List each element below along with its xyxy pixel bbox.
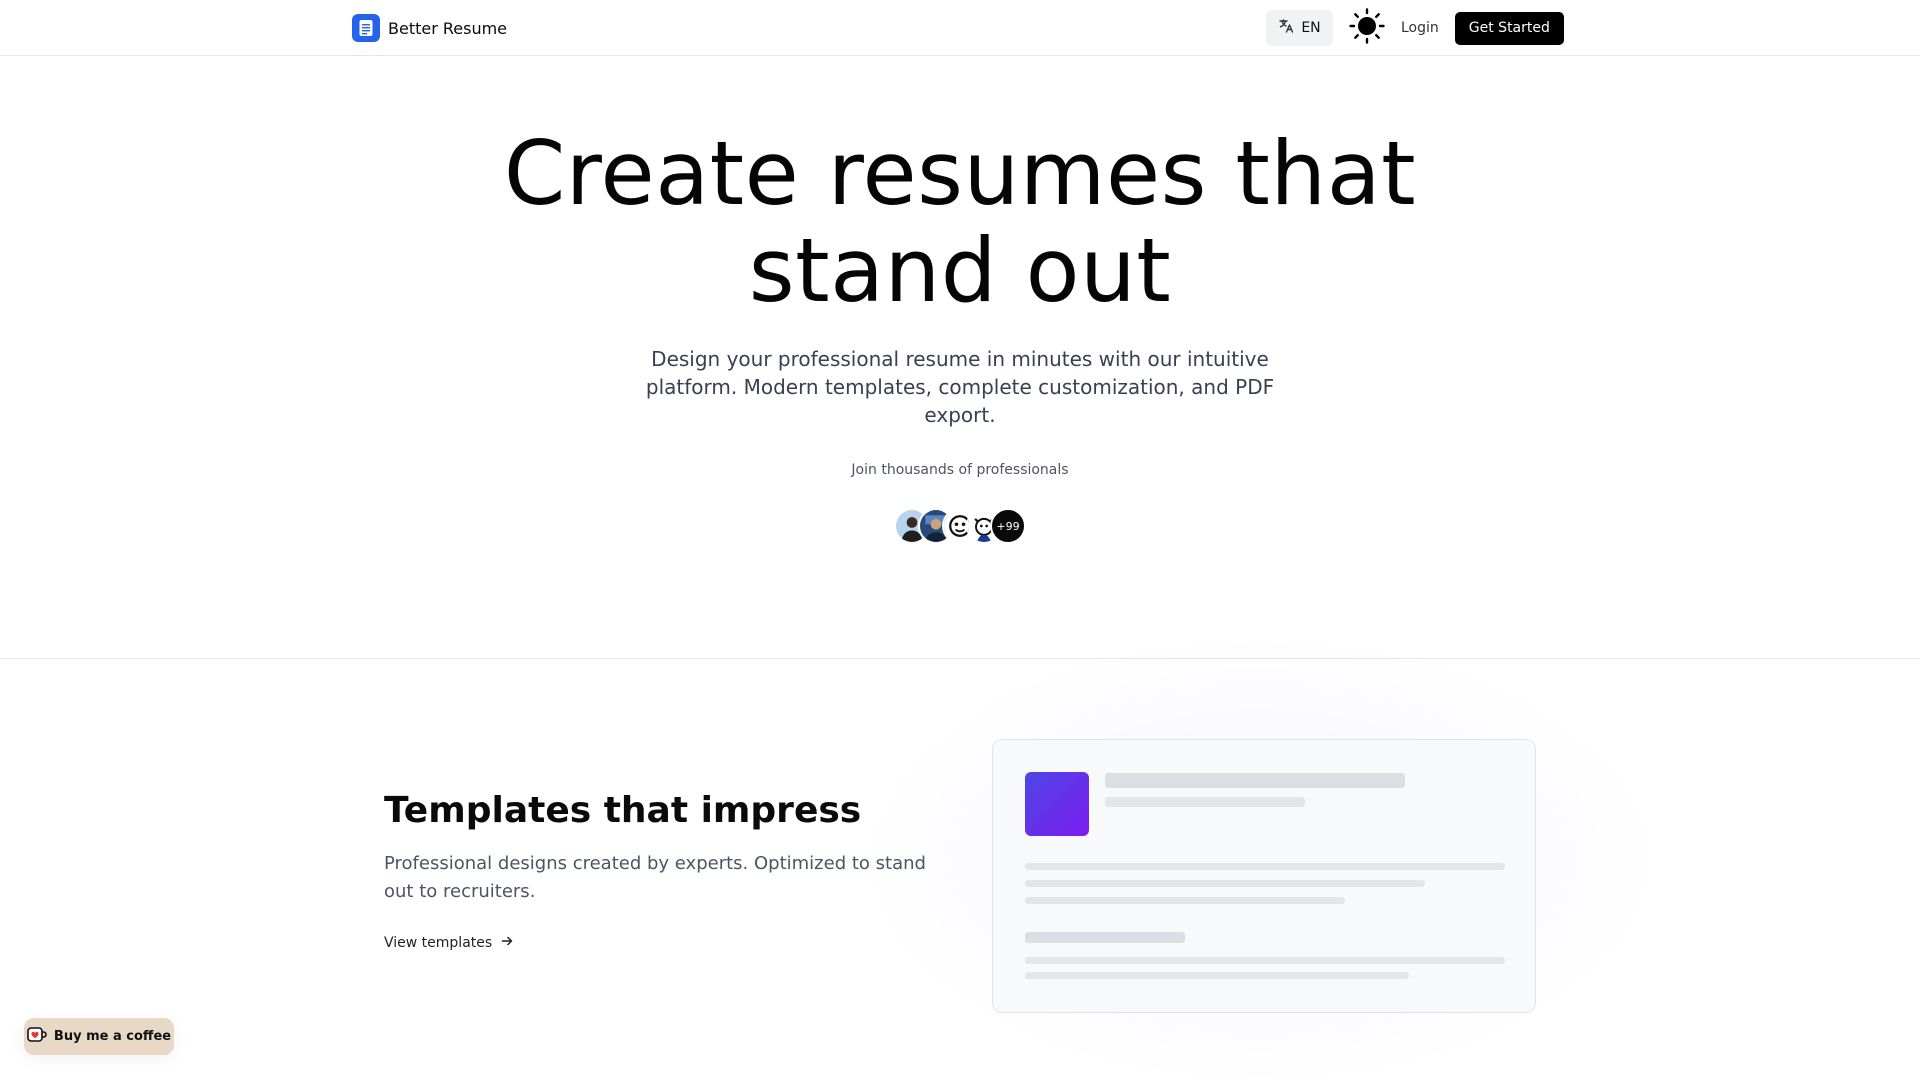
view-templates-label: View templates	[384, 935, 493, 951]
hero-subtitle: Design your professional resume in minut…	[645, 347, 1275, 427]
translate-icon	[1278, 18, 1294, 38]
resume-preview-line	[1025, 897, 1345, 904]
resume-preview-line	[1025, 932, 1185, 943]
view-templates-link[interactable]: View templates	[384, 934, 514, 952]
language-label: EN	[1301, 20, 1321, 36]
resume-preview-line	[1025, 880, 1425, 887]
avatar-overflow-count: +99	[990, 508, 1026, 544]
get-started-button[interactable]: Get Started	[1454, 11, 1564, 45]
hero-title-line-1: Create resumes that	[503, 122, 1417, 225]
resume-preview-line	[1025, 863, 1505, 870]
arrow-right-icon	[500, 934, 514, 952]
resume-preview-line	[1105, 797, 1305, 807]
feature-description: Professional designs created by experts.…	[384, 853, 926, 902]
feature-title: Templates that impress	[384, 790, 862, 831]
resume-preview-line	[1025, 972, 1409, 979]
buy-me-a-coffee-button[interactable]: Buy me a coffee	[24, 1018, 174, 1055]
language-selector-button[interactable]: EN	[1266, 10, 1333, 46]
hero-title: Create resumes that stand out	[460, 125, 1460, 319]
resume-preview-photo	[1025, 772, 1089, 836]
document-icon	[352, 14, 380, 42]
theme-toggle-button[interactable]	[1348, 8, 1386, 48]
brand-link[interactable]: Better Resume	[352, 14, 507, 42]
brand-name: Better Resume	[388, 18, 508, 38]
sun-icon	[1349, 8, 1385, 48]
avatar-group: +99	[894, 508, 1026, 544]
landing-page: Better Resume EN Login Get Started Creat…	[0, 0, 1920, 1080]
navbar-actions: EN Login Get Started	[1266, 8, 1564, 48]
login-link[interactable]: Login	[1401, 20, 1439, 36]
coffee-label: Buy me a coffee	[53, 1029, 172, 1044]
hero-title-line-2: stand out	[748, 219, 1172, 322]
resume-preview-line	[1025, 957, 1505, 964]
top-navbar: Better Resume EN Login Get Started	[0, 0, 1920, 56]
resume-preview-card	[992, 739, 1536, 1013]
social-proof-text: Join thousands of professionals	[851, 462, 1069, 478]
resume-preview-line	[1105, 773, 1405, 788]
coffee-cup-icon	[27, 1026, 47, 1048]
